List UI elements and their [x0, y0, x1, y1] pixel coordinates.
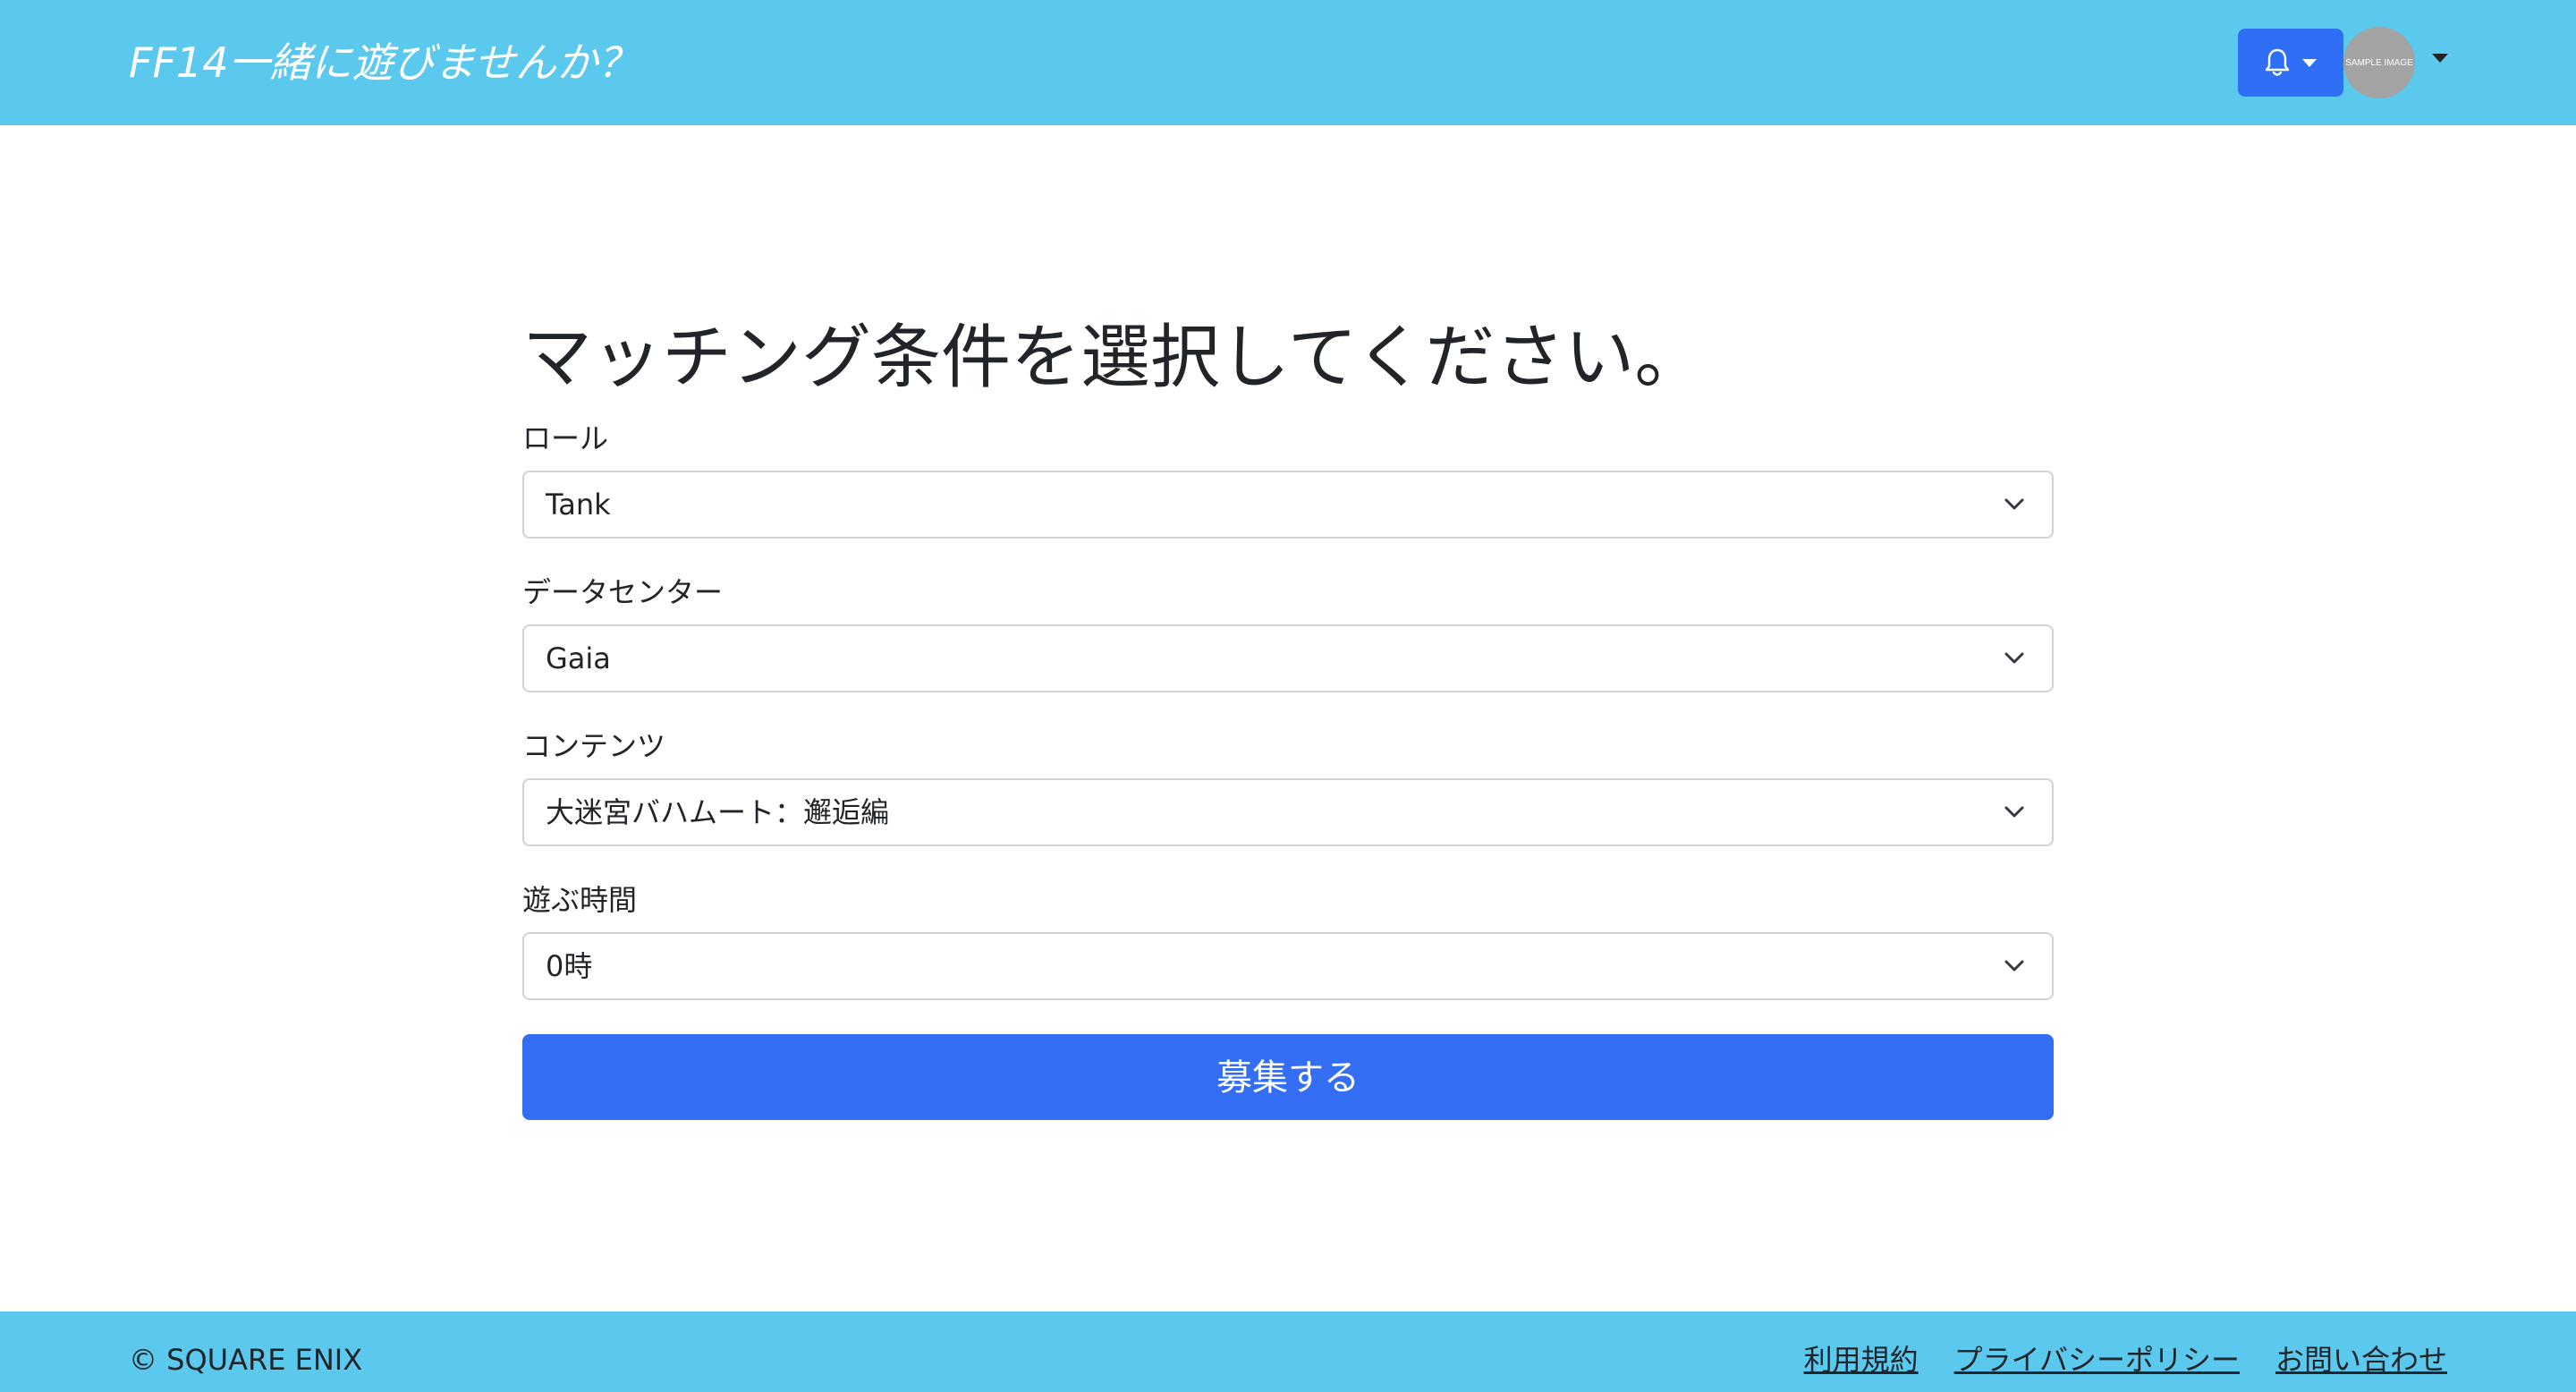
notification-dropdown-button[interactable] — [2238, 29, 2343, 97]
role-field: ロール Tank — [522, 420, 2054, 539]
user-avatar[interactable]: SAMPLE IMAGE — [2343, 27, 2415, 98]
playtime-select-value: 0時 — [546, 949, 593, 983]
content-select-value: 大迷宮バハムート：邂逅編 — [546, 795, 890, 829]
chevron-down-icon — [2004, 806, 2024, 818]
role-select-value: Tank — [546, 488, 611, 522]
playtime-label: 遊ぶ時間 — [522, 883, 638, 917]
chevron-down-icon — [2004, 652, 2024, 664]
datacenter-field: データセンター Gaia — [522, 574, 2054, 692]
page-title: マッチング条件を選択してください。 — [522, 318, 1705, 398]
brand-title[interactable]: FF14一緒に遊びませんか？ — [129, 27, 639, 98]
datacenter-select-value: Gaia — [546, 641, 611, 675]
privacy-policy-link[interactable]: プライバシーポリシー — [1954, 1342, 2240, 1378]
user-menu-caret-icon[interactable] — [2431, 52, 2449, 64]
content-field: コンテンツ 大迷宮バハムート：邂逅編 — [522, 728, 2054, 846]
avatar-placeholder-text: SAMPLE IMAGE — [2345, 57, 2413, 68]
caret-down-icon — [2302, 59, 2317, 67]
chevron-down-icon — [2004, 498, 2024, 510]
terms-link[interactable]: 利用規約 — [1804, 1342, 1919, 1378]
role-label: ロール — [522, 421, 609, 455]
content-select[interactable]: 大迷宮バハムート：邂逅編 — [522, 778, 2054, 846]
top-navbar: FF14一緒に遊びませんか？ SAMPLE IMAGE — [0, 0, 2576, 125]
playtime-field: 遊ぶ時間 0時 — [522, 882, 2054, 1000]
role-select[interactable]: Tank — [522, 471, 2054, 539]
matching-form: マッチング条件を選択してください。 ロール Tank データセンター Gaia … — [522, 304, 2054, 1120]
playtime-select[interactable]: 0時 — [522, 932, 2054, 1000]
chevron-down-icon — [2004, 960, 2024, 972]
footer-links: 利用規約 プライバシーポリシー お問い合わせ — [1804, 1342, 2447, 1378]
bell-icon — [2265, 48, 2290, 76]
footer: © SQUARE ENIX 利用規約 プライバシーポリシー お問い合わせ — [0, 1311, 2576, 1392]
datacenter-label: データセンター — [522, 575, 724, 609]
recruit-submit-button[interactable]: 募集する — [522, 1034, 2054, 1120]
content-label: コンテンツ — [522, 729, 666, 763]
datacenter-select[interactable]: Gaia — [522, 624, 2054, 692]
copyright-text: © SQUARE ENIX — [129, 1343, 363, 1377]
contact-link[interactable]: お問い合わせ — [2275, 1342, 2447, 1378]
